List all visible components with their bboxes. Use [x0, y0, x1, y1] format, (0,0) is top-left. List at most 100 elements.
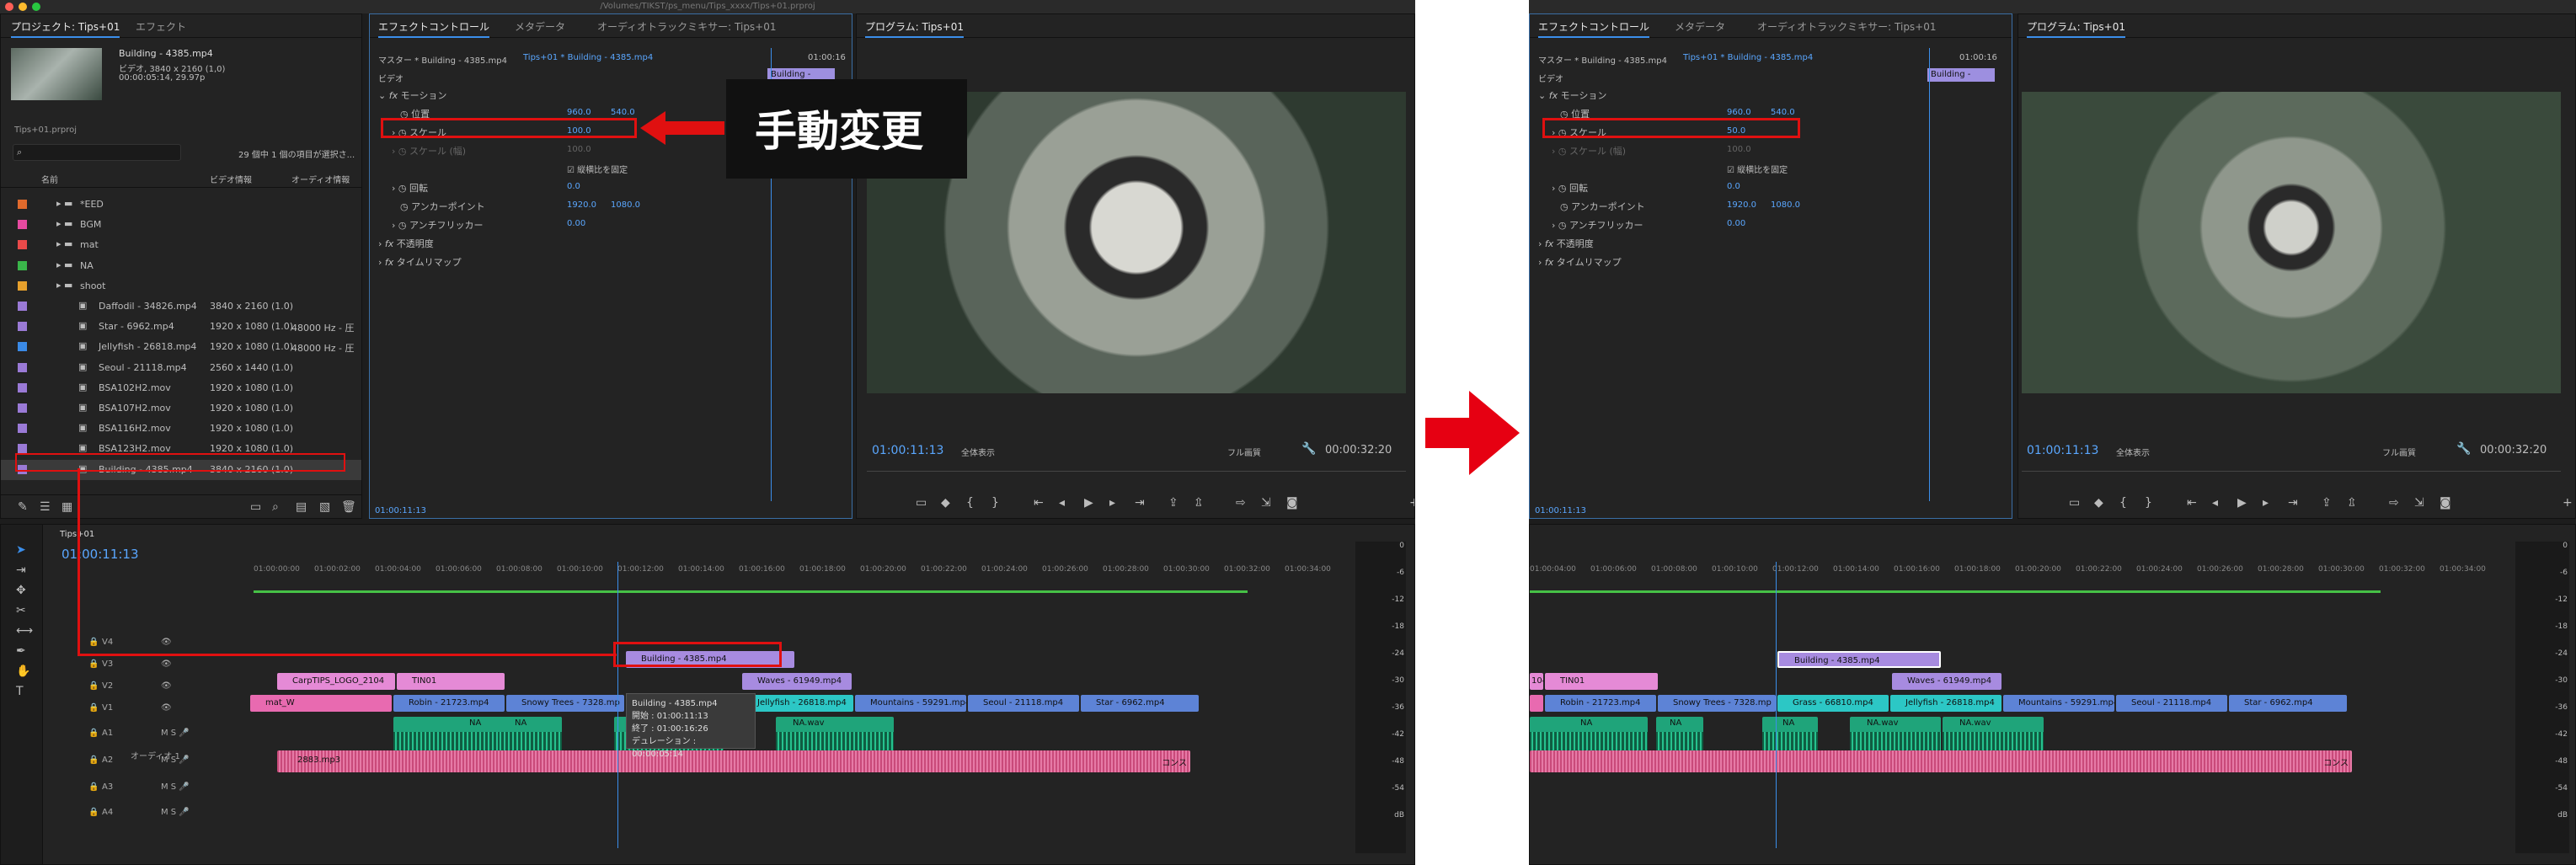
ripple-edit-icon[interactable]: ✥: [16, 584, 26, 597]
lock-icon[interactable]: 🔒: [88, 659, 99, 669]
clip-snowy-v1[interactable]: Snowy Trees - 7328.mp: [506, 695, 624, 712]
time-remap-fx[interactable]: › fx タイムリマップ: [1538, 255, 1622, 269]
mark-out-icon[interactable]: }: [2145, 496, 2152, 510]
wrench-icon[interactable]: 🔧: [1301, 442, 1316, 456]
project-item[interactable]: ▸ ▬ shoot: [1, 276, 361, 296]
step-forward-icon[interactable]: ▸: [2263, 496, 2269, 510]
type-tool-icon[interactable]: T: [16, 685, 24, 698]
clip-bgm-a2[interactable]: コンス: [1530, 750, 2352, 772]
icon-view-icon[interactable]: ▦: [61, 500, 72, 514]
anchor-x-value[interactable]: 1920.0: [1727, 200, 1756, 210]
goto-out-icon[interactable]: ⇥: [2288, 496, 2298, 510]
label-color-swatch[interactable]: [18, 200, 27, 209]
project-item[interactable]: ▸ ▬ mat: [1, 235, 361, 255]
program-monitor-title[interactable]: プログラム: Tips+01: [865, 19, 964, 38]
mute-solo-icon[interactable]: M S 🎤: [161, 782, 190, 792]
clip-seoul-v1[interactable]: Seoul - 21118.mp4: [968, 695, 1079, 712]
program-scrub-bar[interactable]: [867, 471, 1406, 476]
bin-icon[interactable]: ▭: [250, 500, 261, 514]
lock-icon[interactable]: 🔒: [88, 729, 99, 738]
program-timecode[interactable]: 01:00:11:13: [2027, 444, 2098, 457]
step-back-icon[interactable]: ◂: [1059, 496, 1065, 510]
project-item[interactable]: ▣ Jellyfish - 26818.mp4 1920 x 1080 (1.0) 4…: [1, 337, 361, 357]
project-item[interactable]: ▸ ▬ BGM: [1, 215, 361, 235]
label-color-swatch[interactable]: [18, 280, 27, 291]
track-select-icon[interactable]: ⇥: [16, 563, 26, 577]
wrench-icon[interactable]: 🔧: [2456, 442, 2471, 456]
time-remap-fx[interactable]: › fx タイムリマップ: [378, 255, 462, 269]
overwrite-icon[interactable]: ⇲: [1261, 496, 1271, 510]
lift-icon[interactable]: ⇪: [2322, 496, 2332, 510]
step-forward-icon[interactable]: ▸: [1109, 496, 1115, 510]
project-item[interactable]: ▣ BSA116H2.mov 1920 x 1080 (1.0): [1, 419, 361, 439]
minimize-window-icon[interactable]: [19, 3, 27, 11]
project-item[interactable]: ▸ ▬ NA: [1, 256, 361, 276]
track-label[interactable]: A3: [102, 782, 113, 792]
label-color-swatch[interactable]: [18, 220, 27, 230]
camera-icon[interactable]: ◙: [2440, 496, 2451, 510]
effect-clip-bar[interactable]: Building - 4385.n: [1927, 68, 1995, 82]
clip-logo-v2[interactable]: CarpTIPS_LOGO_2104: [277, 673, 395, 690]
clip-logo-v2[interactable]: 104: [1530, 673, 1543, 690]
time-ruler[interactable]: 01:00:00:00 01:00:02:00 01:00:04:00 01:00:0…: [254, 562, 1332, 587]
position-y-value[interactable]: 540.0: [611, 108, 635, 117]
antiflicker-property[interactable]: › ◷ アンチフリッカー: [392, 218, 484, 232]
search-icon[interactable]: ⌕: [272, 500, 279, 514]
lock-icon[interactable]: 🔒: [88, 782, 99, 792]
opacity-fx[interactable]: › fx 不透明度: [378, 237, 434, 250]
anchor-x-value[interactable]: 1920.0: [567, 200, 596, 210]
project-search-input[interactable]: ⌕: [13, 144, 181, 161]
trash-icon[interactable]: 🗑: [341, 500, 356, 514]
project-item[interactable]: ▸ ▬ *EED: [1, 195, 361, 215]
new-item-icon[interactable]: ▧: [319, 500, 330, 514]
clip-grass-v1[interactable]: Grass - 66810.mp4: [1777, 695, 1889, 712]
tab-metadata[interactable]: メタデータ: [515, 19, 565, 34]
track-label[interactable]: A1: [102, 729, 113, 738]
uniform-scale-checkbox[interactable]: ☑ 縦横比を固定: [567, 163, 628, 175]
clip-seoul-v1[interactable]: Seoul - 21118.mp4: [2116, 695, 2227, 712]
master-clip-label[interactable]: マスター * Building - 4385.mp4: [1538, 53, 1667, 66]
tab-audio-track-mixer[interactable]: オーディオトラックミキサー: Tips+01: [597, 19, 777, 34]
tab-audio-track-mixer[interactable]: オーディオトラックミキサー: Tips+01: [1757, 19, 1937, 34]
add-button-icon[interactable]: +: [1409, 496, 1414, 510]
label-color-swatch[interactable]: [18, 382, 27, 392]
time-ruler[interactable]: 01:00:04:00 01:00:06:00 01:00:08:00 01:00:1…: [1530, 562, 2524, 587]
label-color-swatch[interactable]: [18, 322, 27, 332]
clip-jellyfish-v1[interactable]: Jellyfish - 26818.mp4: [742, 695, 853, 712]
motion-fx[interactable]: ⌄ fx モーション: [378, 88, 446, 102]
label-color-swatch[interactable]: [18, 240, 27, 250]
rotation-property[interactable]: › ◷ 回転: [1552, 181, 1588, 195]
program-scrub-bar[interactable]: [2022, 471, 2561, 476]
anchor-y-value[interactable]: 1080.0: [611, 200, 640, 210]
label-color-swatch[interactable]: [18, 302, 27, 311]
add-button-icon[interactable]: +: [2563, 496, 2573, 510]
eye-icon[interactable]: 👁: [161, 638, 172, 647]
rotation-value[interactable]: 0.0: [567, 182, 580, 191]
hand-tool-icon[interactable]: ✋: [16, 665, 30, 678]
anchor-y-value[interactable]: 1080.0: [1771, 200, 1800, 210]
overwrite-icon[interactable]: ⇲: [2414, 496, 2424, 510]
track-label[interactable]: V3: [102, 659, 113, 669]
add-marker-icon[interactable]: ◆: [941, 496, 950, 510]
marker-icon[interactable]: ▭: [916, 496, 927, 510]
program-monitor-title[interactable]: プログラム: Tips+01: [2027, 19, 2125, 38]
column-audio-info[interactable]: オーディオ情報: [291, 173, 350, 185]
mark-in-icon[interactable]: {: [2119, 496, 2127, 510]
antiflicker-value[interactable]: 0.00: [1727, 219, 1745, 228]
clip-star-v1[interactable]: Star - 6962.mp4: [2229, 695, 2347, 712]
zoom-select[interactable]: 全体表示: [2116, 446, 2150, 458]
eye-icon[interactable]: 👁: [161, 703, 172, 713]
step-back-icon[interactable]: ◂: [2212, 496, 2218, 510]
label-color-swatch[interactable]: [18, 403, 27, 413]
label-color-swatch[interactable]: [18, 424, 27, 434]
track-label[interactable]: V1: [102, 703, 113, 713]
goto-in-icon[interactable]: ⇤: [1034, 496, 1044, 510]
mark-out-icon[interactable]: }: [991, 496, 999, 510]
tab-metadata[interactable]: メタデータ: [1675, 19, 1725, 34]
quality-select[interactable]: フル画質: [1227, 446, 1261, 458]
project-item[interactable]: ▣ Seoul - 21118.mp4 2560 x 1440 (1.0): [1, 358, 361, 378]
list-view-icon[interactable]: ☰: [40, 500, 51, 514]
add-marker-icon[interactable]: ◆: [2094, 496, 2103, 510]
mute-solo-icon[interactable]: M S 🎤: [161, 808, 190, 817]
antiflicker-value[interactable]: 0.00: [567, 219, 585, 228]
